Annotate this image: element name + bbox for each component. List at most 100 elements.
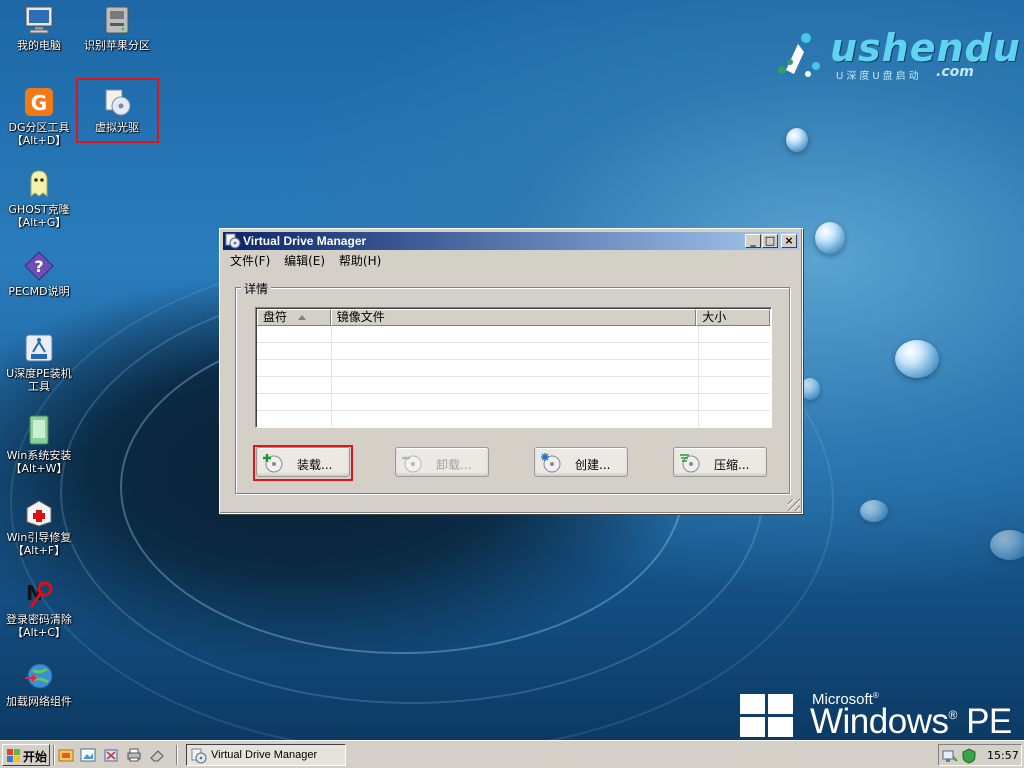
desktop-icon-label: 加载网络组件 <box>6 695 72 708</box>
menu-help[interactable]: 帮助(H) <box>335 251 385 270</box>
unmount-disc-icon <box>402 455 422 473</box>
column-header-size[interactable]: 大小 <box>696 309 771 326</box>
compress-button-label: 压缩... <box>714 458 750 472</box>
create-disc-icon <box>541 453 561 473</box>
desktop-icon-boot-repair[interactable]: Win引导修复 【Alt+F】 <box>0 496 78 557</box>
create-button[interactable]: 创建... <box>534 447 628 477</box>
desktop-icon-pecmd-help[interactable]: ? PECMD说明 <box>0 250 78 298</box>
desktop-icon-label: GHOST克隆 【Alt+G】 <box>8 203 70 229</box>
menu-edit[interactable]: 编辑(E) <box>280 251 329 270</box>
virtual-drive-manager-window: Virtual Drive Manager _ □ × 文件(F) 编辑(E) … <box>219 228 803 514</box>
menu-bar: 文件(F) 编辑(E) 帮助(H) <box>226 251 387 269</box>
compress-disc-icon <box>680 454 700 473</box>
sort-ascending-icon <box>297 315 306 320</box>
water-drop <box>815 222 845 254</box>
partition-tool-icon: G <box>23 86 55 118</box>
desktop-icon-apple-partition[interactable]: 识别苹果分区 <box>78 4 156 52</box>
minimize-button[interactable]: _ <box>745 234 761 248</box>
details-group-title: 详情 <box>241 280 272 297</box>
window-title: Virtual Drive Manager <box>243 234 367 248</box>
taskbar-item-virtual-drive-manager[interactable]: Virtual Drive Manager <box>186 744 346 766</box>
tools-icon[interactable] <box>103 747 119 763</box>
desktop-icon-label: 识别苹果分区 <box>84 39 150 52</box>
compress-button[interactable]: 压缩... <box>673 447 767 477</box>
desktop-icon-label: Win引导修复 【Alt+F】 <box>6 531 72 557</box>
water-drop <box>800 378 820 400</box>
taskbar-item-label: Virtual Drive Manager <box>211 749 318 761</box>
desktop-icon-label: PECMD说明 <box>8 285 70 298</box>
column-header-drive-letter[interactable]: 盘符 <box>257 309 331 326</box>
taskbar: 开始 Virtual Drive Manager 15:57 <box>0 740 1024 768</box>
start-label: 开始 <box>23 750 48 764</box>
password-clear-icon: N <box>23 578 55 610</box>
unmount-button[interactable]: 卸载... <box>395 447 489 477</box>
printer-icon[interactable] <box>126 747 142 763</box>
eraser-icon[interactable] <box>149 747 165 763</box>
highlight-mount-button <box>253 445 353 481</box>
list-body <box>257 326 770 427</box>
ushendu-mark-icon <box>778 33 820 77</box>
windows-pe-text: Windows® PE <box>810 702 1012 740</box>
highlight-virtual-drive <box>76 78 159 143</box>
network-status-icon[interactable] <box>942 748 958 764</box>
empty-row <box>257 394 770 411</box>
brand-name: ushendu <box>830 26 1021 70</box>
desktop-icon-label: Win系统安装 【Alt+W】 <box>6 449 72 475</box>
desktop-icon-network[interactable]: 加载网络组件 <box>0 660 78 708</box>
installer-icon <box>23 332 55 364</box>
empty-row <box>257 343 770 360</box>
resize-grip[interactable] <box>788 499 800 511</box>
maximize-button[interactable]: □ <box>762 234 778 248</box>
create-button-label: 创建... <box>575 458 611 472</box>
system-install-icon <box>23 414 55 446</box>
empty-row <box>257 360 770 377</box>
unmount-button-label: 卸载... <box>436 458 472 472</box>
desktop-icon-label: DG分区工具 【Alt+D】 <box>8 121 70 147</box>
desktop-icon-password-clear[interactable]: N 登录密码清除 【Alt+C】 <box>0 578 78 639</box>
list-header: 盘符 镜像文件 大小 <box>257 309 771 326</box>
taskbar-separator <box>53 745 55 765</box>
close-button[interactable]: × <box>781 234 797 248</box>
water-drop <box>860 500 888 522</box>
help-icon: ? <box>23 250 55 282</box>
desktop-icon-label: 登录密码清除 【Alt+C】 <box>6 613 72 639</box>
system-tray: 15:57 <box>938 744 1022 766</box>
water-drop <box>990 530 1024 560</box>
empty-row <box>257 326 770 343</box>
water-drop <box>786 128 808 152</box>
ghost-icon <box>23 168 55 200</box>
desktop-icon-my-computer[interactable]: 我的电脑 <box>0 4 78 52</box>
windows-flag-icon <box>740 694 794 738</box>
start-button[interactable]: 开始 <box>2 744 50 766</box>
water-drop <box>895 340 939 378</box>
column-header-image-file[interactable]: 镜像文件 <box>330 309 697 326</box>
brand-subtitle: U深度U盘启动 <box>836 71 922 82</box>
desktop-icon-label: 我的电脑 <box>17 39 61 52</box>
svg-text:?: ? <box>34 257 43 276</box>
boot-repair-icon <box>23 496 55 528</box>
ushendu-logo: ushendu U深度U盘启动 .com <box>776 26 1020 86</box>
taskbar-separator <box>176 745 178 765</box>
computer-icon <box>23 4 55 36</box>
drive-list[interactable]: 盘符 镜像文件 大小 <box>255 307 772 428</box>
explorer-icon[interactable] <box>58 747 74 763</box>
desktop-icon-ghost[interactable]: GHOST克隆 【Alt+G】 <box>0 168 78 229</box>
empty-row <box>257 377 770 394</box>
security-icon[interactable] <box>961 748 977 764</box>
desktop-icon-dg-partition[interactable]: G DG分区工具 【Alt+D】 <box>0 86 78 147</box>
menu-file[interactable]: 文件(F) <box>226 251 274 270</box>
svg-text:G: G <box>31 91 47 115</box>
windows-flag-icon <box>7 749 20 762</box>
virtual-drive-icon <box>191 748 207 764</box>
windows-pe-logo: Microsoft® Windows® PE <box>740 690 1020 740</box>
empty-row <box>257 411 770 427</box>
virtual-drive-icon <box>225 233 241 249</box>
desktop-icon-pe-installer[interactable]: U深度PE装机 工具 <box>0 332 78 393</box>
disk-drive-icon <box>101 4 133 36</box>
window-titlebar[interactable]: Virtual Drive Manager _ □ × <box>223 232 799 250</box>
image-viewer-icon[interactable] <box>80 747 96 763</box>
network-icon <box>23 660 55 692</box>
clock: 15:57 <box>987 749 1019 762</box>
desktop-icon-win-install[interactable]: Win系统安装 【Alt+W】 <box>0 414 78 475</box>
brand-domain: .com <box>936 64 974 80</box>
